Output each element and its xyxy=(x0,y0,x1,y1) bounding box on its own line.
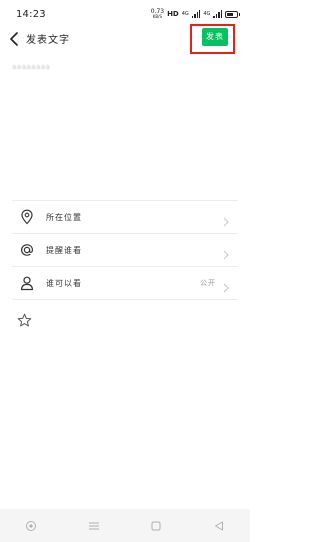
status-time: 14:23 xyxy=(16,8,46,20)
hd-badge: HD xyxy=(167,10,179,18)
person-icon xyxy=(18,274,36,292)
chevron-right-icon xyxy=(222,212,230,227)
assistant-icon[interactable] xyxy=(23,518,39,534)
status-indicators: 0.73 KB/S HD 4G 4G xyxy=(151,9,240,19)
chevron-right-icon xyxy=(222,245,230,260)
signal-tag-1: 4G xyxy=(181,11,189,17)
option-visibility-label: 谁可以看 xyxy=(46,278,82,288)
signal-strength-icon xyxy=(191,10,201,18)
publish-button[interactable]: 发表 xyxy=(202,28,228,46)
chevron-right-icon xyxy=(222,278,230,293)
back-arrow-icon[interactable] xyxy=(8,31,22,47)
page-title: 发表文字 xyxy=(26,35,70,46)
post-options: 所在位置 提醒谁看 谁可以看 公开 xyxy=(12,200,238,300)
option-visibility[interactable]: 谁可以看 公开 xyxy=(12,267,238,300)
network-speed-unit: KB/S xyxy=(152,14,163,19)
system-nav-bar xyxy=(0,509,250,542)
at-icon xyxy=(18,241,36,259)
back-triangle-icon[interactable] xyxy=(211,518,227,534)
option-mention[interactable]: 提醒谁看 xyxy=(12,234,238,267)
signal-strength-icon-2 xyxy=(213,10,222,18)
location-pin-icon xyxy=(18,208,36,226)
network-speed: 0.73 KB/S xyxy=(151,9,164,19)
option-visibility-value: 公开 xyxy=(200,279,216,287)
signal-tag-2: 4G xyxy=(203,11,211,17)
option-location-label: 所在位置 xyxy=(46,212,82,222)
menu-icon[interactable] xyxy=(86,518,102,534)
star-icon[interactable] xyxy=(17,313,32,328)
post-text[interactable]: aaaaaaaa xyxy=(12,63,238,77)
option-location[interactable]: 所在位置 xyxy=(12,201,238,234)
option-mention-label: 提醒谁看 xyxy=(46,245,82,255)
battery-icon xyxy=(225,10,240,18)
home-icon[interactable] xyxy=(148,518,164,534)
